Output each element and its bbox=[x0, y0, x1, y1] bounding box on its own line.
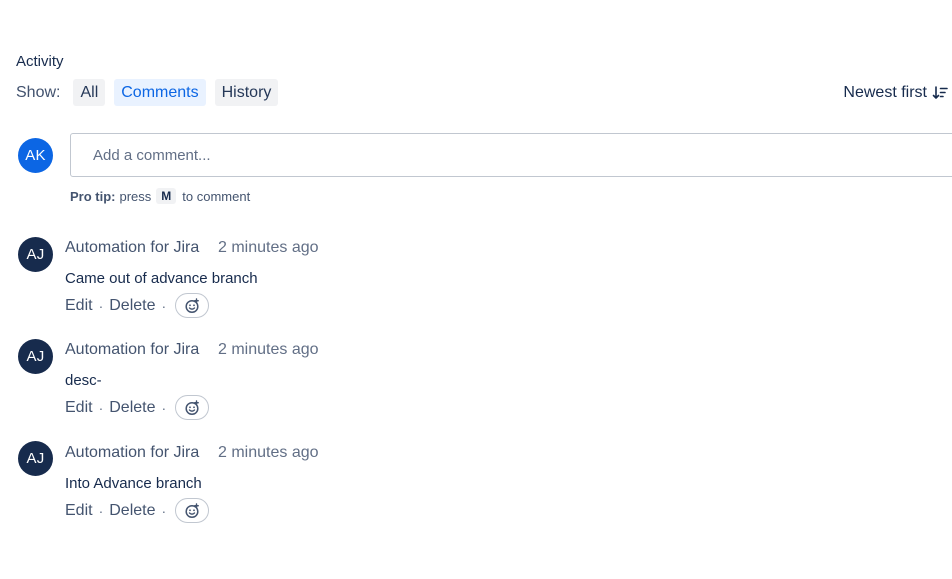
keyboard-shortcut-key: M bbox=[156, 188, 177, 204]
add-reaction-button[interactable] bbox=[175, 498, 210, 523]
delete-comment-button[interactable]: Delete bbox=[109, 399, 155, 417]
comment-body: Into Advance branch bbox=[65, 475, 202, 492]
emoji-add-icon bbox=[185, 502, 200, 518]
comment-author-avatar[interactable]: AJ bbox=[18, 441, 53, 476]
comment-timestamp[interactable]: 2 minutes ago bbox=[218, 239, 319, 257]
delete-comment-button[interactable]: Delete bbox=[109, 297, 155, 315]
sort-order-label: Newest first bbox=[843, 83, 927, 101]
comment-body: desc- bbox=[65, 372, 102, 389]
emoji-add-icon bbox=[185, 399, 200, 415]
separator: · bbox=[161, 399, 167, 416]
comment-actions: Edit · Delete · bbox=[65, 292, 210, 319]
pro-tip-suffix: to comment bbox=[182, 188, 251, 204]
comment-author[interactable]: Automation for Jira bbox=[65, 239, 199, 257]
edit-comment-button[interactable]: Edit bbox=[65, 502, 93, 520]
comment-actions: Edit · Delete · bbox=[65, 497, 210, 524]
separator: · bbox=[161, 297, 167, 314]
sort-descending-icon bbox=[932, 85, 948, 99]
separator: · bbox=[98, 399, 104, 416]
add-reaction-button[interactable] bbox=[175, 293, 210, 318]
add-reaction-button[interactable] bbox=[175, 395, 210, 420]
separator: · bbox=[161, 502, 167, 519]
sort-order-button[interactable]: Newest first bbox=[843, 79, 948, 106]
pro-tip-label: Pro tip: bbox=[70, 188, 116, 204]
comment-timestamp[interactable]: 2 minutes ago bbox=[218, 444, 319, 462]
show-label: Show: bbox=[16, 83, 61, 101]
add-comment-input[interactable] bbox=[71, 134, 952, 176]
edit-comment-button[interactable]: Edit bbox=[65, 297, 93, 315]
filter-comments-button[interactable]: Comments bbox=[114, 79, 206, 106]
comment-body: Came out of advance branch bbox=[65, 270, 258, 287]
comment-author-avatar[interactable]: AJ bbox=[18, 237, 53, 272]
comment-actions: Edit · Delete · bbox=[65, 394, 210, 421]
emoji-add-icon bbox=[185, 297, 200, 313]
activity-filter-bar: Show: All Comments History bbox=[16, 79, 287, 106]
comment-author[interactable]: Automation for Jira bbox=[65, 444, 199, 462]
filter-history-button[interactable]: History bbox=[214, 79, 279, 106]
current-user-avatar[interactable]: AK bbox=[18, 138, 53, 173]
separator: · bbox=[98, 502, 104, 519]
delete-comment-button[interactable]: Delete bbox=[109, 502, 155, 520]
comment-timestamp[interactable]: 2 minutes ago bbox=[218, 341, 319, 359]
comment-author[interactable]: Automation for Jira bbox=[65, 341, 199, 359]
filter-all-button[interactable]: All bbox=[73, 79, 106, 106]
activity-heading: Activity bbox=[16, 53, 64, 70]
pro-tip: Pro tip: press M to comment bbox=[70, 188, 250, 204]
separator: · bbox=[98, 297, 104, 314]
comment-author-avatar[interactable]: AJ bbox=[18, 339, 53, 374]
comment-composer[interactable] bbox=[70, 133, 952, 177]
activity-panel: Activity Show: All Comments History Newe… bbox=[0, 0, 952, 579]
edit-comment-button[interactable]: Edit bbox=[65, 399, 93, 417]
pro-tip-press: press bbox=[119, 188, 152, 204]
